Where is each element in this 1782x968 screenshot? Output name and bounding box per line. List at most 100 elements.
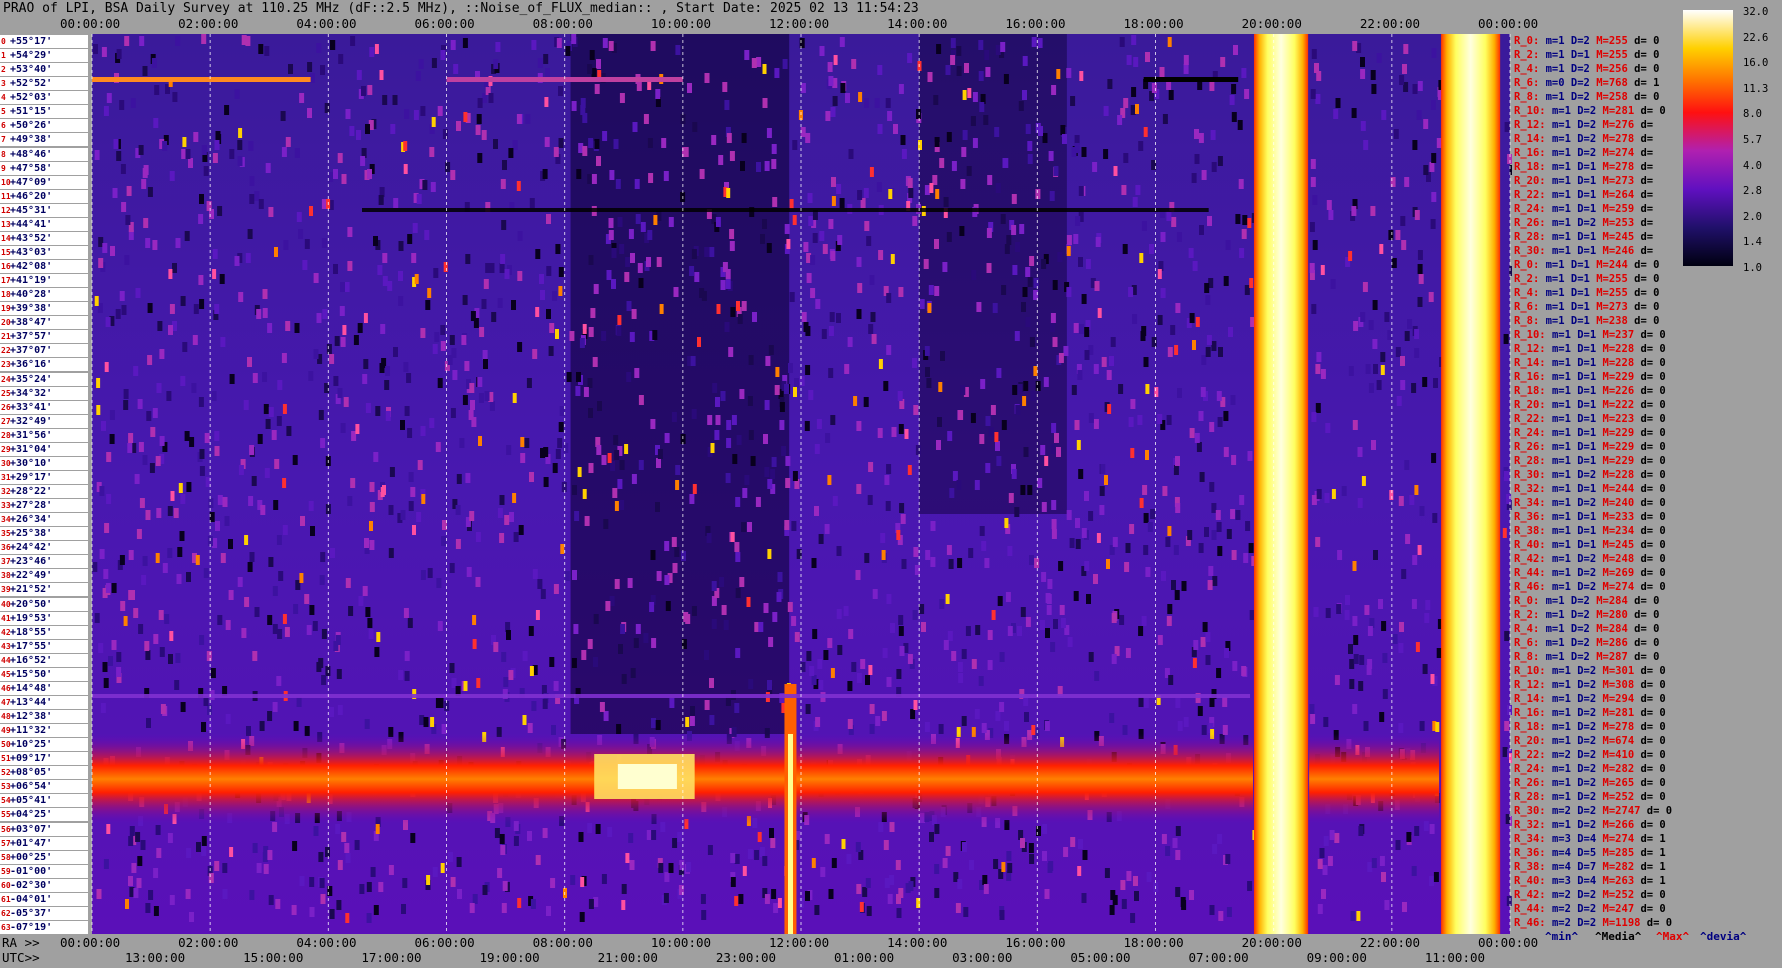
heatmap-cell	[643, 114, 649, 124]
heatmap-cell	[135, 832, 141, 842]
heatmap-cell	[437, 621, 443, 631]
heatmap-cell	[635, 214, 641, 224]
bright-speck	[582, 489, 587, 499]
stat-r: R_42:	[1514, 553, 1552, 565]
heatmap-cell	[456, 121, 461, 131]
heatmap-cell	[1161, 571, 1166, 581]
bright-speck	[472, 639, 477, 649]
row-index: 27	[1, 416, 11, 426]
row-index: 15	[1, 247, 11, 257]
heatmap-cell	[404, 406, 410, 416]
bright-speck	[1331, 489, 1336, 499]
heatmap-cell	[528, 626, 534, 636]
dec-label: +00°25' 58	[0, 850, 88, 864]
top-ra-axis: 00:00:00 02:00:00 04:00:00 06:00:00 08:00:00…	[0, 16, 1782, 34]
heatmap-cell	[916, 109, 921, 119]
stat-dv: d=	[1640, 147, 1660, 159]
heatmap-cell	[1001, 420, 1007, 430]
heatmap-cell	[208, 873, 214, 883]
heatmap-cell	[529, 472, 534, 482]
heatmap-cell	[843, 606, 849, 616]
heatmap-cell	[625, 257, 631, 267]
bright-speck	[841, 839, 846, 849]
heatmap-cell	[252, 651, 258, 661]
heatmap-cell	[1310, 159, 1316, 169]
stat-mx: M=229	[1602, 371, 1641, 383]
heatmap-cell	[1002, 158, 1008, 168]
heatmap-cell	[583, 387, 589, 397]
stat-m: m=1	[1551, 105, 1578, 117]
heatmap-cell	[748, 355, 754, 365]
heatmap-cell	[318, 658, 324, 668]
heatmap-cell	[136, 529, 142, 539]
heatmap-cell	[927, 72, 933, 82]
stat-row: R_32: m=1 D=1 M=244 d= 0	[1514, 483, 1672, 495]
heatmap-cell	[400, 510, 406, 520]
heatmap-cell	[1222, 725, 1228, 735]
heatmap-cell	[156, 383, 162, 393]
heatmap-cell	[281, 353, 287, 363]
stat-row: R_6: m=1 D=2 M=286 d= 0	[1514, 637, 1666, 649]
stat-row: R_16: m=1 D=2 M=281 d= 0	[1514, 707, 1672, 719]
heatmap-cell	[475, 577, 481, 587]
heatmap-cell	[856, 309, 862, 319]
heatmap-cell	[1327, 856, 1333, 866]
axis-tick-label: 02:00:00	[178, 935, 239, 950]
heatmap-cell	[1133, 876, 1138, 886]
heatmap-cell	[440, 50, 446, 60]
dec-label: -07°19' 63	[0, 920, 88, 934]
heatmap-cell	[752, 312, 757, 322]
heatmap-cell	[621, 884, 627, 894]
heatmap-cell	[877, 428, 883, 438]
heatmap-cell	[857, 283, 863, 293]
heatmap-cell	[1045, 628, 1050, 638]
heatmap-cell	[1143, 357, 1149, 367]
heatmap-cell	[359, 884, 365, 894]
dec-label: +04°25' 55	[0, 808, 88, 822]
bright-speck	[830, 668, 835, 678]
bright-speck	[692, 484, 697, 494]
heatmap-cell	[175, 238, 181, 248]
heatmap-cell	[847, 681, 853, 691]
heatmap-cell	[1504, 122, 1510, 132]
heatmap-cell	[1412, 555, 1418, 565]
heatmap-cell	[899, 646, 905, 656]
stat-row: R_42: m=2 D=2 M=252 d= 0	[1514, 889, 1672, 901]
bright-speck	[1139, 498, 1144, 508]
heatmap-cell	[972, 92, 978, 102]
heatmap-cell	[655, 502, 660, 512]
stat-d: D=2	[1577, 469, 1603, 481]
heatmap-cell	[93, 44, 98, 54]
heatmap-cell	[785, 456, 791, 466]
stat-m: m=1	[1551, 777, 1578, 789]
heatmap-cell	[938, 724, 944, 734]
heatmap-cell	[828, 219, 834, 229]
heatmap-cell	[724, 322, 730, 332]
heatmap-plot[interactable]	[0, 34, 1512, 936]
heatmap-cell	[1057, 252, 1063, 262]
bright-speck	[1104, 475, 1108, 485]
heatmap-cell	[382, 95, 388, 105]
heatmap-cell	[281, 147, 287, 157]
heatmap-cell	[772, 612, 778, 622]
heatmap-cell	[704, 73, 710, 83]
legend-min: ^min^	[1545, 930, 1579, 943]
bright-speck	[229, 847, 234, 857]
heatmap-cell	[1012, 265, 1018, 275]
heatmap-cell	[272, 702, 278, 712]
axis-tick-label: 15:00:00	[243, 950, 304, 965]
row-index: 50	[1, 740, 11, 750]
stat-r: R_16:	[1514, 707, 1552, 719]
bright-speck	[426, 875, 431, 885]
heatmap-cell	[483, 359, 488, 369]
stat-m: m=1	[1545, 287, 1571, 299]
heatmap-cell	[308, 371, 314, 381]
heatmap-cell	[990, 405, 996, 415]
heatmap-cell	[204, 433, 210, 443]
row-index: 41	[1, 613, 11, 623]
heatmap-cell	[687, 83, 692, 93]
heatmap-cell	[329, 909, 335, 919]
heatmap-cell	[145, 903, 151, 913]
colorbar-tick: 2.8	[1743, 185, 1762, 198]
heatmap-cell	[718, 155, 724, 165]
